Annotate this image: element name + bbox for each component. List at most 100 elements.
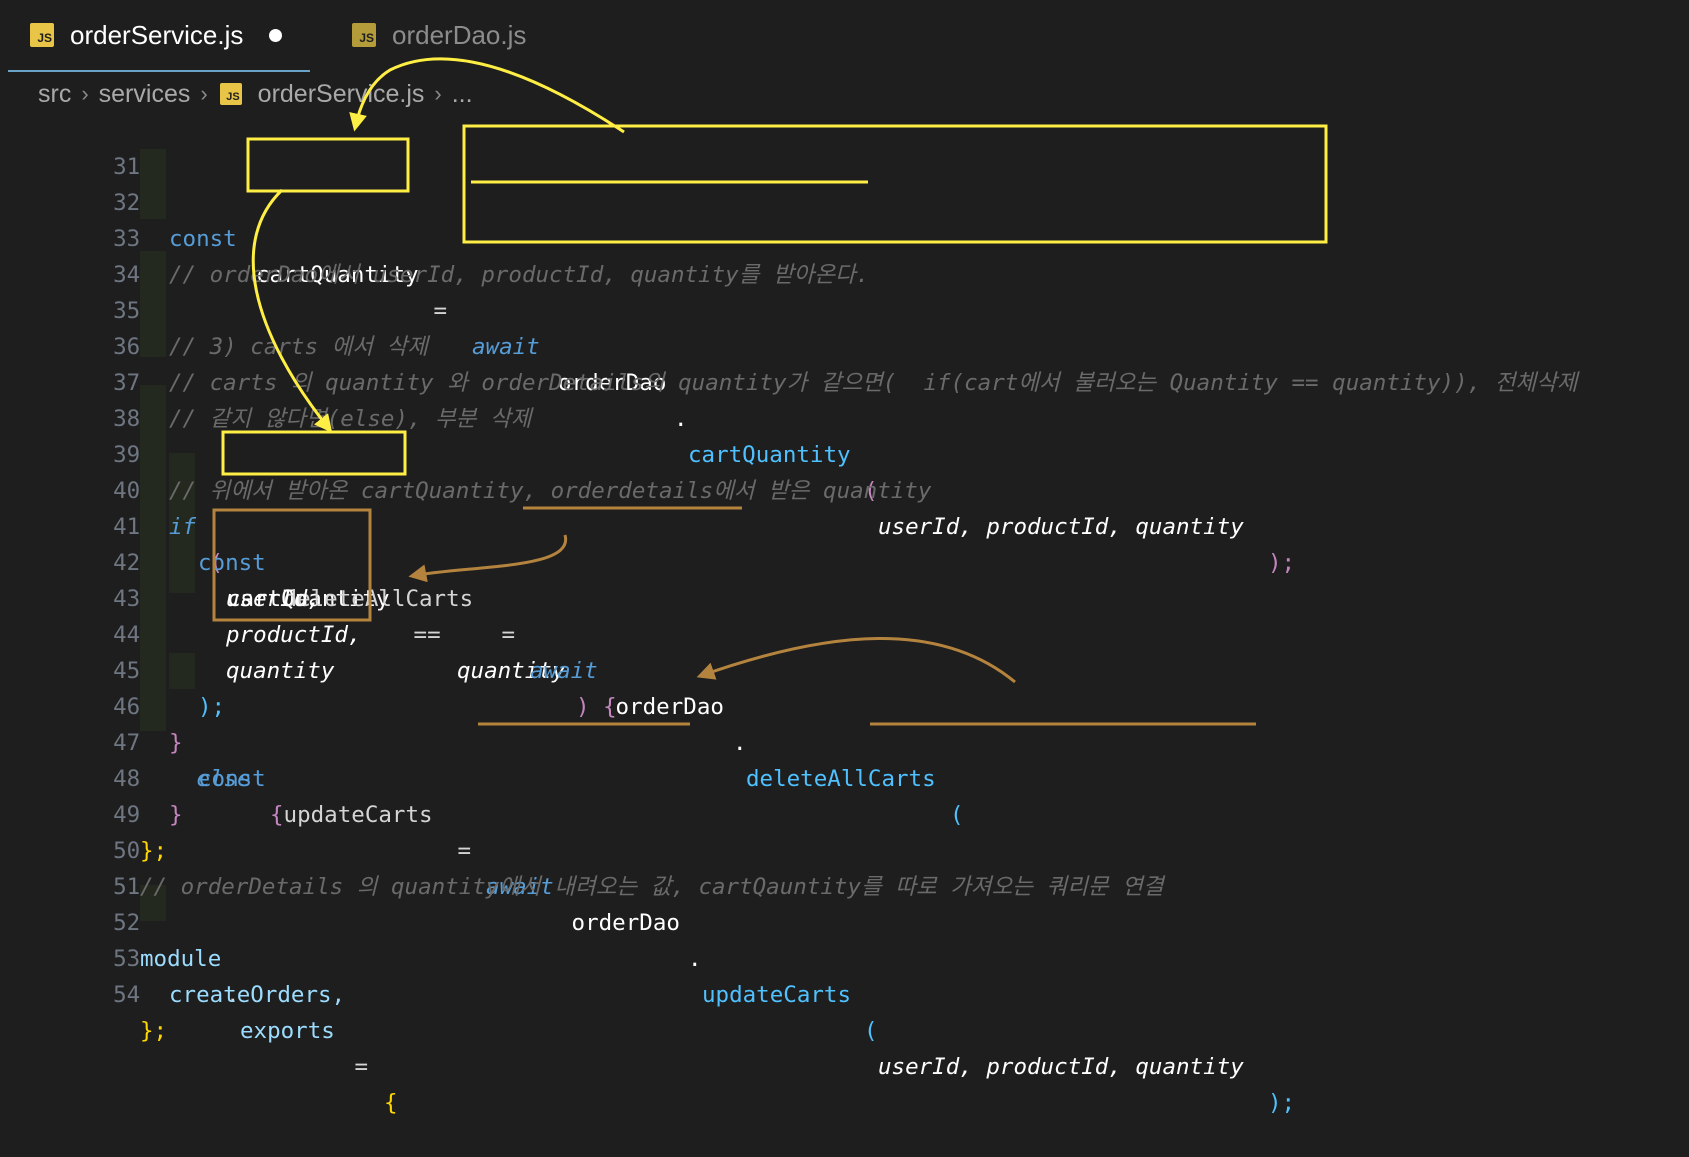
dot: . xyxy=(733,730,747,756)
comment: // 같지 않다면(else), 부분 삭제 xyxy=(169,406,532,432)
breadcrumb: src › services › JS orderService.js › ..… xyxy=(0,72,1689,116)
line-number: 46 xyxy=(113,694,141,720)
keyword-const: const xyxy=(198,766,266,792)
line-number: 44 xyxy=(113,622,141,648)
code-line: 33 // orderDao에서 userId, productId, quan… xyxy=(0,185,869,288)
comment: // orderDetails 의 quantity에서 내려오는 값, car… xyxy=(140,874,1164,900)
arguments: userId, productId, quantity xyxy=(878,1054,1244,1080)
js-file-icon: JS xyxy=(30,23,54,47)
brace: } xyxy=(169,802,183,828)
line-number: 50 xyxy=(113,838,141,864)
operator: = xyxy=(488,622,529,648)
breadcrumb-services[interactable]: services xyxy=(99,80,191,109)
argument-userid: userId, xyxy=(226,586,321,612)
line-number: 39 xyxy=(113,442,141,468)
dot: . xyxy=(674,406,688,432)
line-number: 36 xyxy=(113,334,141,360)
breadcrumb-file[interactable]: orderService.js xyxy=(258,80,425,109)
keyword-if: if xyxy=(169,514,197,540)
code-line: 44 quantity xyxy=(0,581,334,684)
indent-guide xyxy=(140,149,166,219)
line-number: 34 xyxy=(113,262,141,288)
operator: = xyxy=(444,838,485,864)
object-orderdao: orderDao xyxy=(558,910,680,936)
js-file-icon: JS xyxy=(352,23,376,47)
line-number: 54 xyxy=(113,982,141,1008)
comment: // 위에서 받아온 cartQuantity, orderdetails에서 … xyxy=(169,478,932,504)
indent-guide xyxy=(169,653,195,689)
code-line: 31 xyxy=(0,113,140,180)
line-number: 41 xyxy=(113,514,141,540)
code-line: 49 }; xyxy=(0,761,167,864)
editor-tab-bar: JS orderService.js JS orderDao.js xyxy=(0,0,1689,72)
comment: // carts 의 quantity 와 orderDetails의 quan… xyxy=(169,370,1578,396)
line-number: 33 xyxy=(113,226,141,252)
operator: = xyxy=(341,1054,382,1080)
brace: } xyxy=(169,730,183,756)
line-number: 52 xyxy=(113,910,141,936)
code-line: 32 const cartQuantity = await orderDao .… xyxy=(0,149,1295,576)
brace: }; xyxy=(140,838,168,864)
line-number: 42 xyxy=(113,550,141,576)
comment: // orderDao에서 userId, productId, quantit… xyxy=(169,262,870,288)
line-number: 51 xyxy=(113,874,141,900)
code-line: 45 ); xyxy=(0,617,225,720)
line-number: 37 xyxy=(113,370,141,396)
keyword-const: const xyxy=(169,226,237,252)
line-number: 48 xyxy=(113,766,141,792)
argument-productid: productId, xyxy=(226,622,362,648)
code-line: 36 // carts 의 quantity 와 orderDetails의 q… xyxy=(0,293,1577,396)
dot: . xyxy=(688,946,702,972)
line-number: 45 xyxy=(113,658,141,684)
indent-guide xyxy=(140,385,166,731)
tab-label: orderDao.js xyxy=(392,19,527,50)
argument-quantity: quantity xyxy=(226,658,335,684)
variable-updatecarts: updateCarts xyxy=(270,802,433,828)
code-editor[interactable]: 31 32 const cartQuantity = await orderDa… xyxy=(0,113,1689,1116)
line-number: 31 xyxy=(113,154,141,180)
comment: // 3) carts 에서 삭제 xyxy=(169,334,428,360)
code-line: 38 xyxy=(0,365,140,432)
paren: ); xyxy=(198,694,226,720)
chevron-right-icon: › xyxy=(81,81,89,106)
line-number: 43 xyxy=(113,586,141,612)
code-line: 41 const deleteAllCarts = await orderDao… xyxy=(0,473,963,828)
breadcrumb-src[interactable]: src xyxy=(38,80,71,109)
tab-orderdao[interactable]: JS orderDao.js xyxy=(330,0,580,70)
method-deleteallcarts: deleteAllCarts xyxy=(746,766,936,792)
code-line: 48 } xyxy=(0,725,182,828)
code-line: 40 if ( cartQuantity == quantity ) { xyxy=(0,437,617,720)
brace: }; xyxy=(140,1018,168,1044)
line-number: 53 xyxy=(113,946,141,972)
line-number: 38 xyxy=(113,406,141,432)
code-line: 43 productId, xyxy=(0,545,361,648)
method-updatecarts: updateCarts xyxy=(702,982,852,1008)
line-number: 32 xyxy=(113,190,141,216)
code-line: 51 xyxy=(0,833,140,900)
code-line: 37 // 같지 않다면(else), 부분 삭제 xyxy=(0,329,531,432)
js-file-icon: JS xyxy=(219,83,242,105)
code-line: 50 // orderDetails 의 quantity에서 내려오는 값, … xyxy=(0,797,1163,900)
line-number: 49 xyxy=(113,802,141,828)
code-line: 54 }; xyxy=(0,941,167,1044)
property-exports: exports xyxy=(240,1018,335,1044)
tab-orderservice[interactable]: JS orderService.js xyxy=(8,0,310,72)
paren: ); xyxy=(1268,550,1296,576)
operator: = xyxy=(420,298,461,324)
line-number: 47 xyxy=(113,730,141,756)
arguments: userId, productId, quantity xyxy=(878,514,1244,540)
code-line: 35 // 3) carts 에서 삭제 xyxy=(0,257,428,360)
chevron-right-icon: › xyxy=(200,81,208,106)
code-line: 47 const updateCarts = await orderDao . … xyxy=(0,689,1295,1116)
code-line: 34 xyxy=(0,221,140,288)
indent-guide xyxy=(140,251,166,357)
line-number: 35 xyxy=(113,298,141,324)
chevron-right-icon: › xyxy=(434,81,442,106)
keyword-await: await xyxy=(472,334,540,360)
paren: ( xyxy=(864,1018,878,1044)
code-line: 42 userId, xyxy=(0,509,321,612)
unsaved-dot-icon[interactable] xyxy=(269,28,283,42)
line-number: 40 xyxy=(113,478,141,504)
paren: ); xyxy=(1268,1090,1296,1116)
breadcrumb-symbol[interactable]: ... xyxy=(452,80,473,109)
